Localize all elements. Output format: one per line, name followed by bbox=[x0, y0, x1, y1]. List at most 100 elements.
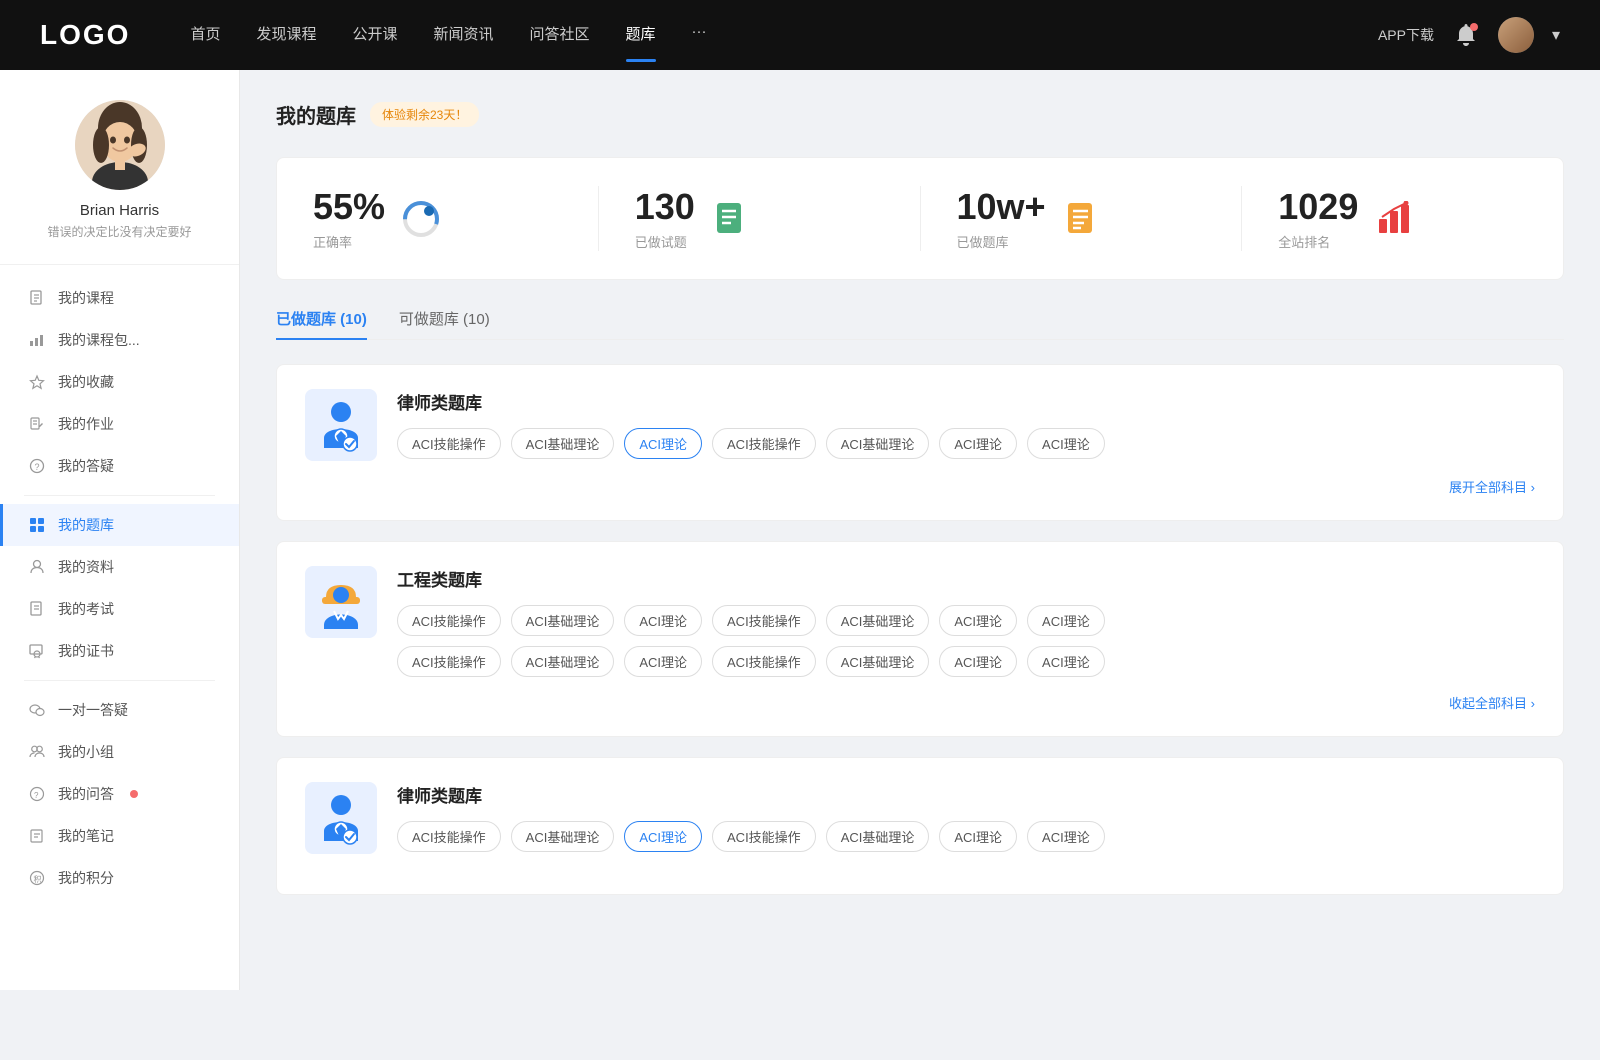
sidebar-item-points[interactable]: 积 我的积分 bbox=[0, 857, 239, 899]
tag[interactable]: ACI基础理论 bbox=[511, 646, 615, 677]
sidebar-item-profile[interactable]: 我的资料 bbox=[0, 546, 239, 588]
tag[interactable]: ACI技能操作 bbox=[712, 605, 816, 636]
nav-links: 首页 发现课程 公开课 新闻资讯 问答社区 题库 ··· bbox=[190, 23, 1378, 48]
notification-bell[interactable] bbox=[1452, 21, 1480, 49]
tag[interactable]: ACI基础理论 bbox=[511, 821, 615, 852]
pie-chart-icon bbox=[401, 199, 441, 239]
sidebar-label-profile: 我的资料 bbox=[58, 557, 114, 577]
sidebar-item-homework[interactable]: 我的作业 bbox=[0, 403, 239, 445]
chart-icon bbox=[28, 331, 46, 349]
nav-news[interactable]: 新闻资讯 bbox=[434, 23, 494, 48]
svg-text:?: ? bbox=[35, 462, 40, 472]
banks-number: 10w+ bbox=[957, 186, 1046, 228]
sidebar-menu: 我的课程 我的课程包... 我的收藏 我的作业 bbox=[0, 277, 239, 899]
sidebar-item-qbank[interactable]: 我的题库 bbox=[0, 504, 239, 546]
sidebar-item-qa[interactable]: ? 我的答疑 bbox=[0, 445, 239, 487]
tags-row-3: ACI技能操作 ACI基础理论 ACI理论 ACI技能操作 ACI基础理论 AC… bbox=[397, 821, 1535, 852]
tag[interactable]: ACI技能操作 bbox=[712, 821, 816, 852]
sidebar-profile: Brian Harris 错误的决定比没有决定要好 bbox=[0, 100, 239, 265]
tag[interactable]: ACI技能操作 bbox=[397, 646, 501, 677]
file-icon bbox=[28, 289, 46, 307]
sidebar-label-homework: 我的作业 bbox=[58, 414, 114, 434]
accuracy-number: 55% bbox=[313, 186, 385, 228]
tag[interactable]: ACI理论 bbox=[1027, 646, 1105, 677]
navbar: LOGO 首页 发现课程 公开课 新闻资讯 问答社区 题库 ··· APP下载 … bbox=[0, 0, 1600, 70]
sidebar-item-my-course[interactable]: 我的课程 bbox=[0, 277, 239, 319]
sidebar-label-cert: 我的证书 bbox=[58, 641, 114, 661]
sidebar-item-group[interactable]: 我的小组 bbox=[0, 731, 239, 773]
tags-row-1: ACI技能操作 ACI基础理论 ACI理论 ACI技能操作 ACI基础理论 AC… bbox=[397, 428, 1535, 459]
accuracy-label: 正确率 bbox=[313, 232, 385, 251]
nav-home[interactable]: 首页 bbox=[190, 23, 220, 48]
collapse-button[interactable]: 收起全部科目 › bbox=[1449, 693, 1535, 712]
tag[interactable]: ACI基础理论 bbox=[826, 821, 930, 852]
sidebar-label-points: 我的积分 bbox=[58, 868, 114, 888]
sidebar-label-qa: 我的答疑 bbox=[58, 456, 114, 476]
star-icon bbox=[28, 373, 46, 391]
nav-logo: LOGO bbox=[40, 19, 130, 51]
nav-more[interactable]: ··· bbox=[692, 23, 707, 48]
expand-button-1[interactable]: 展开全部科目 › bbox=[1449, 477, 1535, 496]
rank-label: 全站排名 bbox=[1278, 232, 1358, 251]
tag[interactable]: ACI基础理论 bbox=[826, 605, 930, 636]
tag[interactable]: ACI理论 bbox=[939, 605, 1017, 636]
nav-discover[interactable]: 发现课程 bbox=[256, 23, 316, 48]
qbank-header-2: 工程类题库 ACI技能操作 ACI基础理论 ACI理论 ACI技能操作 ACI基… bbox=[305, 566, 1535, 677]
tag[interactable]: ACI理论 bbox=[624, 605, 702, 636]
grid-icon bbox=[28, 516, 46, 534]
questions-label: 已做试题 bbox=[635, 232, 695, 251]
tag[interactable]: ACI技能操作 bbox=[712, 428, 816, 459]
tag-active[interactable]: ACI理论 bbox=[624, 428, 702, 459]
tag[interactable]: ACI技能操作 bbox=[397, 428, 501, 459]
sidebar-item-notes[interactable]: 我的笔记 bbox=[0, 815, 239, 857]
app-download-button[interactable]: APP下载 bbox=[1378, 25, 1434, 45]
qbank-card-lawyer-1: 律师类题库 ACI技能操作 ACI基础理论 ACI理论 ACI技能操作 ACI基… bbox=[276, 364, 1564, 521]
card-footer-2: 收起全部科目 › bbox=[305, 693, 1535, 712]
tag[interactable]: ACI技能操作 bbox=[712, 646, 816, 677]
stat-banks-text: 10w+ 已做题库 bbox=[957, 186, 1046, 251]
sidebar-item-exam[interactable]: 我的考试 bbox=[0, 588, 239, 630]
nav-qbank[interactable]: 题库 bbox=[626, 23, 656, 48]
tags-row-2b: ACI技能操作 ACI基础理论 ACI理论 ACI技能操作 ACI基础理论 AC… bbox=[397, 646, 1535, 677]
sidebar-label-my-course: 我的课程 bbox=[58, 288, 114, 308]
tag[interactable]: ACI理论 bbox=[624, 646, 702, 677]
sidebar-item-cert[interactable]: 我的证书 bbox=[0, 630, 239, 672]
stat-accuracy-text: 55% 正确率 bbox=[313, 186, 385, 251]
tag[interactable]: ACI理论 bbox=[939, 821, 1017, 852]
tag[interactable]: ACI理论 bbox=[939, 428, 1017, 459]
nav-qa[interactable]: 问答社区 bbox=[530, 23, 590, 48]
questions-number: 130 bbox=[635, 186, 695, 228]
tag[interactable]: ACI基础理论 bbox=[511, 605, 615, 636]
banks-label: 已做题库 bbox=[957, 232, 1046, 251]
tag[interactable]: ACI基础理论 bbox=[826, 428, 930, 459]
cert-icon bbox=[28, 642, 46, 660]
sidebar-item-1v1[interactable]: 一对一答疑 bbox=[0, 689, 239, 731]
tag[interactable]: ACI理论 bbox=[1027, 428, 1105, 459]
user-avatar[interactable] bbox=[1498, 17, 1534, 53]
divider-2 bbox=[24, 680, 215, 681]
sidebar-item-questions[interactable]: ? 我的问答 bbox=[0, 773, 239, 815]
tag[interactable]: ACI基础理论 bbox=[826, 646, 930, 677]
user-dropdown-chevron[interactable]: ▾ bbox=[1552, 25, 1560, 45]
tag[interactable]: ACI理论 bbox=[939, 646, 1017, 677]
stat-questions-done: 130 已做试题 bbox=[599, 186, 921, 251]
tag-active[interactable]: ACI理论 bbox=[624, 821, 702, 852]
qbank-header-1: 律师类题库 ACI技能操作 ACI基础理论 ACI理论 ACI技能操作 ACI基… bbox=[305, 389, 1535, 461]
tag[interactable]: ACI理论 bbox=[1027, 605, 1105, 636]
lawyer-icon-1 bbox=[305, 389, 377, 461]
qbank-name-2: 工程类题库 bbox=[397, 566, 1535, 591]
tag[interactable]: ACI技能操作 bbox=[397, 821, 501, 852]
sidebar-item-course-pkg[interactable]: 我的课程包... bbox=[0, 319, 239, 361]
tag[interactable]: ACI技能操作 bbox=[397, 605, 501, 636]
sidebar-item-favorites[interactable]: 我的收藏 bbox=[0, 361, 239, 403]
tag[interactable]: ACI理论 bbox=[1027, 821, 1105, 852]
nav-open[interactable]: 公开课 bbox=[352, 23, 397, 48]
tags-row-2a: ACI技能操作 ACI基础理论 ACI理论 ACI技能操作 ACI基础理论 AC… bbox=[397, 605, 1535, 636]
tab-available[interactable]: 可做题库 (10) bbox=[399, 308, 490, 339]
tag[interactable]: ACI基础理论 bbox=[511, 428, 615, 459]
svg-text:积: 积 bbox=[34, 874, 42, 884]
qbank-header-3: 律师类题库 ACI技能操作 ACI基础理论 ACI理论 ACI技能操作 ACI基… bbox=[305, 782, 1535, 854]
tab-done[interactable]: 已做题库 (10) bbox=[276, 308, 367, 339]
profile-name: Brian Harris bbox=[80, 202, 159, 219]
qbank-info-3: 律师类题库 ACI技能操作 ACI基础理论 ACI理论 ACI技能操作 ACI基… bbox=[397, 782, 1535, 852]
